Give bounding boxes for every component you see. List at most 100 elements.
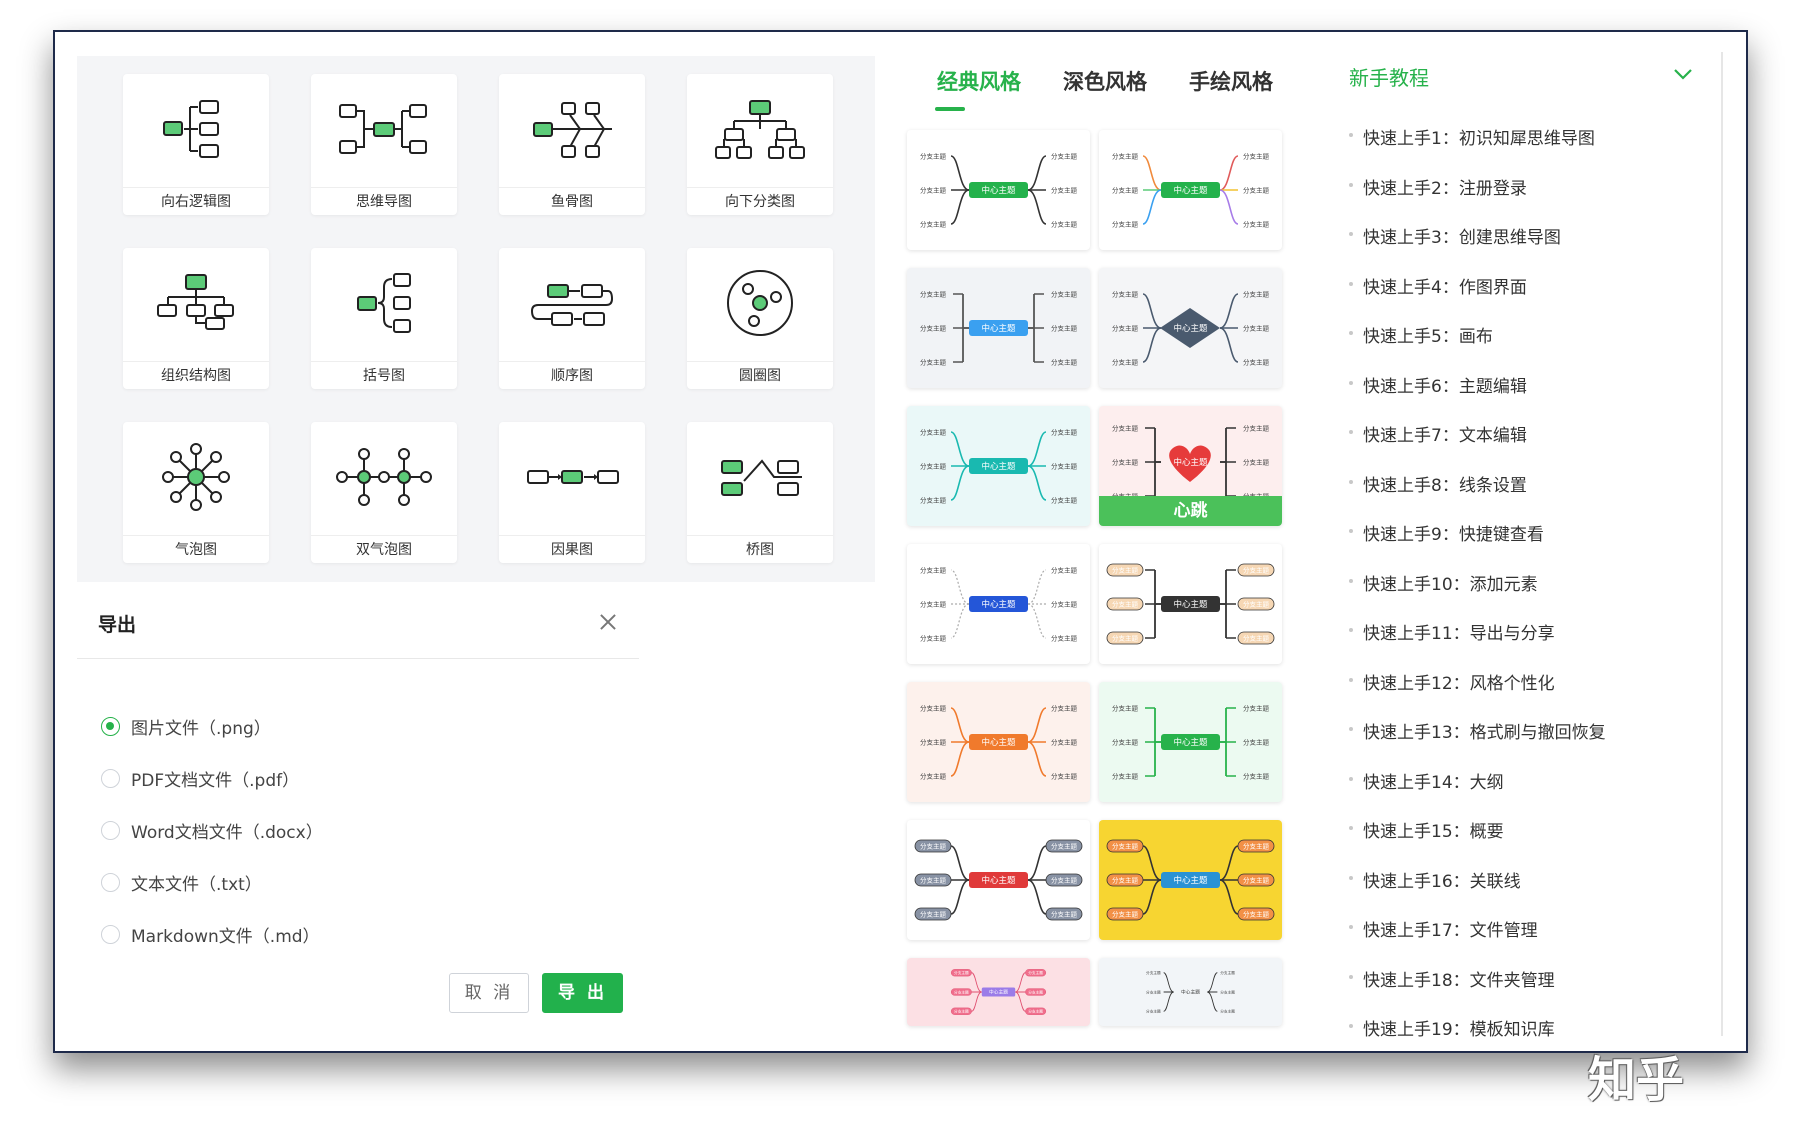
tutorial-title[interactable]: 新手教程 [1349,62,1429,91]
svg-text:分支主题: 分支主题 [1112,876,1139,885]
scrollbar[interactable] [1721,52,1723,1036]
radio-button[interactable] [101,872,120,892]
cancel-button[interactable]: 取 消 [449,973,529,1013]
style-thumbnail[interactable]: 分支主题 分支主题 分支主题 分支主题 分支主题 分支主题 中心主题 [907,820,1090,940]
style-thumbnail[interactable]: 分支主题 分支主题 分支主题 分支主题 分支主题 分支主题 中心主题 [907,130,1090,250]
style-thumbnail[interactable]: 分支主题 分支主题 分支主题 分支主题 分支主题 分支主题 中心主题 [1099,820,1282,940]
template-double-bubble[interactable]: 双气泡图 [311,422,457,563]
style-thumbnail[interactable]: 分支主题 分支主题 分支主题 分支主题 分支主题 分支主题 中心主题 [1099,958,1282,1026]
style-thumbnail[interactable]: 分支主题 分支主题 分支主题 分支主题 分支主题 分支主题 中心主题 [1099,130,1282,250]
style-thumbnail[interactable]: 分支主题 分支主题 分支主题 分支主题 分支主题 分支主题 中心主题 [1099,682,1282,802]
tab-dark-style[interactable]: 深色风格 [1063,66,1147,96]
radio-button[interactable] [101,716,120,736]
template-bubble[interactable]: 气泡图 [123,422,269,563]
template-label: 括号图 [311,361,457,389]
template-org-chart[interactable]: 组织结构图 [123,248,269,389]
svg-text:分支主题: 分支主题 [1146,1009,1161,1014]
style-thumbnail[interactable]: 分支主题分支主题分支主题分支主题分支主题分支主题中心主题心跳 [1099,406,1282,526]
chevron-down-icon[interactable] [1671,62,1695,86]
svg-text:中心主题: 中心主题 [1173,599,1208,610]
svg-text:分支主题: 分支主题 [1243,634,1270,643]
tutorial-item[interactable]: 快速上手4：作图界面 [1349,273,1527,298]
tutorial-item[interactable]: 快速上手16：关联线 [1349,867,1521,892]
svg-text:分支主题: 分支主题 [1051,910,1078,919]
svg-text:分支主题: 分支主题 [920,566,947,575]
style-preview-diagram: 分支主题分支主题分支主题分支主题分支主题分支主题中心主题 [915,288,1082,368]
style-thumbnail[interactable]: 分支主题 分支主题 分支主题 分支主题 分支主题 分支主题 中心主题 [907,958,1090,1026]
tutorial-item[interactable]: 快速上手9：快捷键查看 [1349,520,1544,545]
tutorial-item[interactable]: 快速上手12：风格个性化 [1349,669,1555,694]
svg-text:分支主题: 分支主题 [920,704,947,713]
tutorial-item[interactable]: 快速上手15：概要 [1349,817,1504,842]
export-button[interactable]: 导 出 [542,973,623,1013]
template-mind-map[interactable]: 思维导图 [311,74,457,215]
svg-text:分支主题: 分支主题 [1243,876,1270,885]
template-circle-map[interactable]: 圆圈图 [687,248,833,389]
export-option-md[interactable]: Markdown文件（.md） [101,921,320,947]
svg-text:分支主题: 分支主题 [920,358,947,367]
tutorial-item[interactable]: 快速上手7：文本编辑 [1349,421,1527,446]
tutorial-item[interactable]: 快速上手5：画布 [1349,322,1493,347]
radio-button[interactable] [101,768,120,788]
svg-text:分支主题: 分支主题 [1112,358,1139,367]
cause-effect-diagram-icon [527,470,619,484]
template-fishbone[interactable]: 鱼骨图 [499,74,645,215]
template-cause-effect[interactable]: 因果图 [499,422,645,563]
svg-text:分支主题: 分支主题 [1243,186,1270,195]
radio-button[interactable] [101,924,120,944]
tutorial-item[interactable]: 快速上手17：文件管理 [1349,916,1538,941]
tutorial-item[interactable]: 快速上手11：导出与分享 [1349,619,1555,644]
tutorial-item[interactable]: 快速上手10：添加元素 [1349,570,1538,595]
svg-text:分支主题: 分支主题 [1243,358,1270,367]
tutorial-item[interactable]: 快速上手18：文件夹管理 [1349,966,1555,991]
style-preview-diagram: 分支主题分支主题分支主题分支主题分支主题分支主题中心主题 [1106,839,1275,921]
close-icon[interactable] [596,610,620,634]
template-sequence[interactable]: 顺序图 [499,248,645,389]
svg-text:分支主题: 分支主题 [1112,634,1139,643]
svg-text:分支主题: 分支主题 [920,220,947,229]
svg-text:分支主题: 分支主题 [1243,566,1270,575]
tutorial-item[interactable]: 快速上手1：初识知犀思维导图 [1349,124,1595,149]
tutorial-item[interactable]: 快速上手13：格式刷与撤回恢复 [1349,718,1606,743]
radio-button[interactable] [101,820,120,840]
tutorial-item[interactable]: 快速上手3：创建思维导图 [1349,223,1561,248]
tab-classic-style[interactable]: 经典风格 [937,66,1021,96]
template-right-logic[interactable]: 向右逻辑图 [123,74,269,215]
tutorial-item[interactable]: 快速上手8：线条设置 [1349,471,1527,496]
tutorial-item[interactable]: 快速上手19：模板知识库 [1349,1015,1555,1040]
export-option-txt[interactable]: 文本文件（.txt） [101,869,262,895]
style-thumbnail[interactable]: 分支主题 分支主题 分支主题 分支主题 分支主题 分支主题 中心主题 [1099,268,1282,388]
svg-text:分支主题: 分支主题 [1112,842,1139,851]
svg-text:分支主题: 分支主题 [1243,324,1270,333]
svg-text:中心主题: 中心主题 [981,185,1016,196]
template-bracket[interactable]: 括号图 [311,248,457,389]
svg-text:分支主题: 分支主题 [1051,634,1078,643]
svg-text:分支主题: 分支主题 [920,186,947,195]
svg-text:分支主题: 分支主题 [1051,738,1078,747]
tutorial-item[interactable]: 快速上手6：主题编辑 [1349,372,1527,397]
right-logic-diagram-icon [163,100,219,158]
style-preview-diagram: 分支主题分支主题分支主题分支主题分支主题分支主题中心主题 [915,564,1082,644]
template-label: 因果图 [499,535,645,563]
style-thumbnail[interactable]: 分支主题 分支主题 分支主题 分支主题 分支主题 分支主题 中心主题 [907,406,1090,526]
svg-text:分支主题: 分支主题 [1112,600,1139,609]
export-option-png[interactable]: 图片文件（.png） [101,713,271,739]
tutorial-item[interactable]: 快速上手2：注册登录 [1349,174,1527,199]
template-downward[interactable]: 向下分类图 [687,74,833,215]
style-thumbnail[interactable]: 分支主题 分支主题 分支主题 分支主题 分支主题 分支主题 中心主题 [907,682,1090,802]
tab-hand-drawn-style[interactable]: 手绘风格 [1189,66,1273,96]
style-thumbnail[interactable]: 分支主题 分支主题 分支主题 分支主题 分支主题 分支主题 中心主题 [1099,544,1282,664]
style-thumbnail[interactable]: 分支主题 分支主题 分支主题 分支主题 分支主题 分支主题 中心主题 [907,268,1090,388]
tutorial-item[interactable]: 快速上手14：大纲 [1349,768,1504,793]
template-bridge[interactable]: 桥图 [687,422,833,563]
export-option-docx[interactable]: Word文档文件（.docx） [101,817,323,843]
export-option-pdf[interactable]: PDF文档文件（.pdf） [101,765,299,791]
svg-text:分支主题: 分支主题 [1220,1009,1235,1014]
bubble-map-icon [162,443,230,511]
svg-text:分支主题: 分支主题 [1051,358,1078,367]
style-thumbnail[interactable]: 分支主题 分支主题 分支主题 分支主题 分支主题 分支主题 中心主题 [907,544,1090,664]
template-label: 思维导图 [311,187,457,215]
svg-text:分支主题: 分支主题 [920,910,947,919]
watermark-logo: 知乎 [1588,1052,1685,1108]
svg-text:分支主题: 分支主题 [920,462,947,471]
